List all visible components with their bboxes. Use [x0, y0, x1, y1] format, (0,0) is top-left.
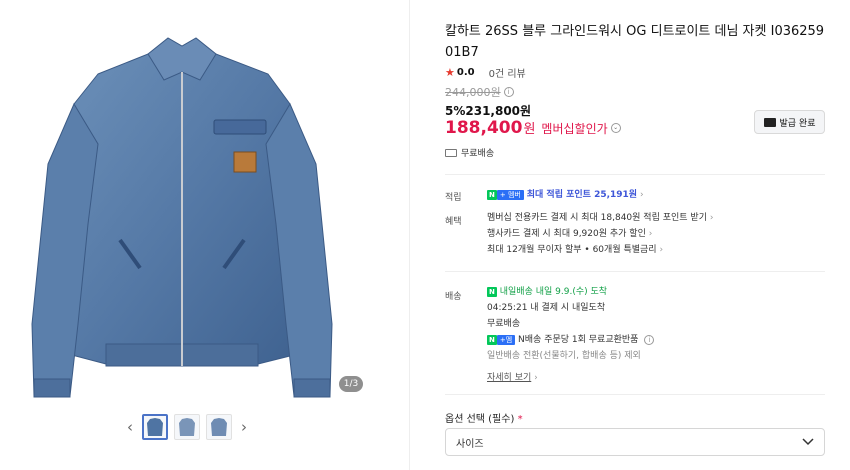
thumb-next-icon[interactable]: › — [238, 418, 250, 436]
free-shipping-text: 무료배송 — [461, 149, 495, 159]
image-counter: 1/3 — [339, 376, 363, 392]
option-label: 옵션 선택 (필수) * — [445, 410, 523, 425]
original-price-value: 244,000원 — [445, 86, 501, 99]
review-count-link[interactable]: 0건 리뷰 — [489, 65, 526, 80]
rating-value: 0.0 — [456, 67, 475, 78]
info-icon[interactable]: i — [644, 334, 655, 345]
discount-price: 5%231,800원 — [445, 104, 532, 118]
thumbnail-1[interactable] — [142, 414, 168, 440]
delivery-timer-note: 내 결제 시 내일도착 — [530, 303, 606, 313]
truck-icon — [445, 148, 457, 157]
chevron-right-icon: › — [648, 229, 653, 239]
required-mark: * — [517, 414, 523, 425]
chevron-right-icon: › — [709, 213, 714, 223]
member-price-line: 188,400 원 멤버십할인가 ⌄ — [445, 118, 621, 138]
member-price-label: 멤버십할인가 — [541, 122, 608, 136]
chevron-down-icon[interactable]: ⌄ — [610, 123, 621, 133]
perk-item[interactable]: 멤버십 전용카드 결제 시 최대 18,840원 적립 포인트 받기 › — [487, 210, 713, 226]
thumbnail-2[interactable] — [174, 414, 200, 440]
arrival-date: 내일 9.9.(수) 도착 — [535, 287, 608, 297]
delivery-free-shipping: 무료배송 — [487, 319, 521, 329]
coupon-button-label: 발급 완료 — [779, 118, 816, 129]
original-price: 244,000원 i — [445, 84, 514, 100]
perk-item[interactable]: 행사카드 결제 시 최대 9,920원 추가 할인 › — [487, 226, 713, 242]
delivery-timer: 04:25:21 — [487, 303, 528, 313]
member-price-unit: 원 — [523, 122, 536, 137]
star-icon: ★ — [445, 66, 455, 79]
points-text: 최대 적립 포인트 25,191원 — [526, 190, 638, 200]
delivery-exclusion: 일반배송 전환(선물하기, 합배송 등) 제외 — [487, 351, 641, 361]
points-label: 적립 — [445, 193, 462, 203]
rating-summary: ★ 0.0 0건 리뷰 — [445, 65, 526, 80]
nplus-badge-icon: +멤 — [496, 334, 516, 345]
product-main-image[interactable] — [28, 24, 336, 400]
perks-list: 멤버십 전용카드 결제 시 최대 18,840원 적립 포인트 받기 › 행사카… — [487, 210, 713, 258]
tomorrow-delivery-label: 내일배송 — [499, 287, 533, 297]
jacket-front-thumb-icon — [147, 418, 163, 436]
product-gallery: 1/3 ‹ › — [0, 0, 410, 470]
product-title: 칼하트 26SS 블루 그라인드워시 OG 디트로이트 데님 자켓 I03625… — [445, 24, 825, 60]
chevron-right-icon: › — [659, 245, 664, 255]
divider — [445, 174, 825, 175]
delivery-timer-line: 04:25:21 내 결제 시 내일도착 — [487, 300, 654, 316]
details-link[interactable]: 자세히 보기 — [487, 373, 531, 383]
points-row[interactable]: N + 멤버 최대 적립 포인트 25,191원 › — [487, 187, 644, 203]
size-select-placeholder: 사이즈 — [456, 438, 484, 450]
perks-label: 혜택 — [445, 217, 462, 227]
product-info-panel: 칼하트 26SS 블루 그라인드워시 OG 디트로이트 데님 자켓 I03625… — [445, 0, 830, 470]
thumbnail-3[interactable] — [206, 414, 232, 440]
chevron-right-icon: › — [639, 190, 644, 200]
delivery-arrival-line: N 내일배송 내일 9.9.(수) 도착 — [487, 284, 654, 300]
delivery-label: 배송 — [445, 292, 462, 302]
chevron-down-icon — [802, 438, 814, 446]
divider — [445, 271, 825, 272]
divider — [445, 394, 825, 395]
delivery-info: N 내일배송 내일 9.9.(수) 도착 04:25:21 내 결제 시 내일도… — [487, 284, 655, 386]
perk-text: 최대 12개월 무이자 할부 • 60개월 특별금리 — [487, 245, 657, 255]
npay-badge-icon: N — [487, 334, 497, 345]
npay-badge-icon: N — [487, 189, 497, 200]
coupon-icon — [763, 117, 776, 127]
free-shipping-note: 무료배송 — [445, 146, 494, 159]
nplus-badge-icon: + 멤버 — [496, 189, 524, 200]
perk-text: 행사카드 결제 시 최대 9,920원 추가 할인 — [487, 229, 646, 239]
member-price: 188,400 — [445, 118, 523, 138]
delivery-details-row: 자세히 보기 › — [487, 370, 654, 386]
thumb-prev-icon[interactable]: ‹ — [124, 418, 136, 436]
chevron-right-icon: › — [534, 373, 538, 383]
jacket-detail-thumb-icon — [211, 418, 227, 436]
coupon-issued-button[interactable]: 발급 완료 — [754, 110, 825, 134]
jacket-back-thumb-icon — [179, 418, 195, 436]
info-icon[interactable]: i — [503, 87, 514, 97]
perk-text: 멤버십 전용카드 결제 시 최대 18,840원 적립 포인트 받기 — [487, 213, 707, 223]
nplus-exchange-line: N +멤 N배송 주문당 1회 무료교환반품 i — [487, 332, 655, 348]
tomorrow-delivery-badge-icon: N — [487, 286, 497, 297]
perk-item[interactable]: 최대 12개월 무이자 할부 • 60개월 특별금리 › — [487, 242, 713, 258]
size-select[interactable]: 사이즈 — [445, 428, 825, 456]
option-label-text: 옵션 선택 (필수) — [445, 414, 515, 425]
thumbnail-strip: ‹ › — [124, 412, 250, 442]
nplus-exchange-text: N배송 주문당 1회 무료교환반품 — [518, 335, 639, 345]
